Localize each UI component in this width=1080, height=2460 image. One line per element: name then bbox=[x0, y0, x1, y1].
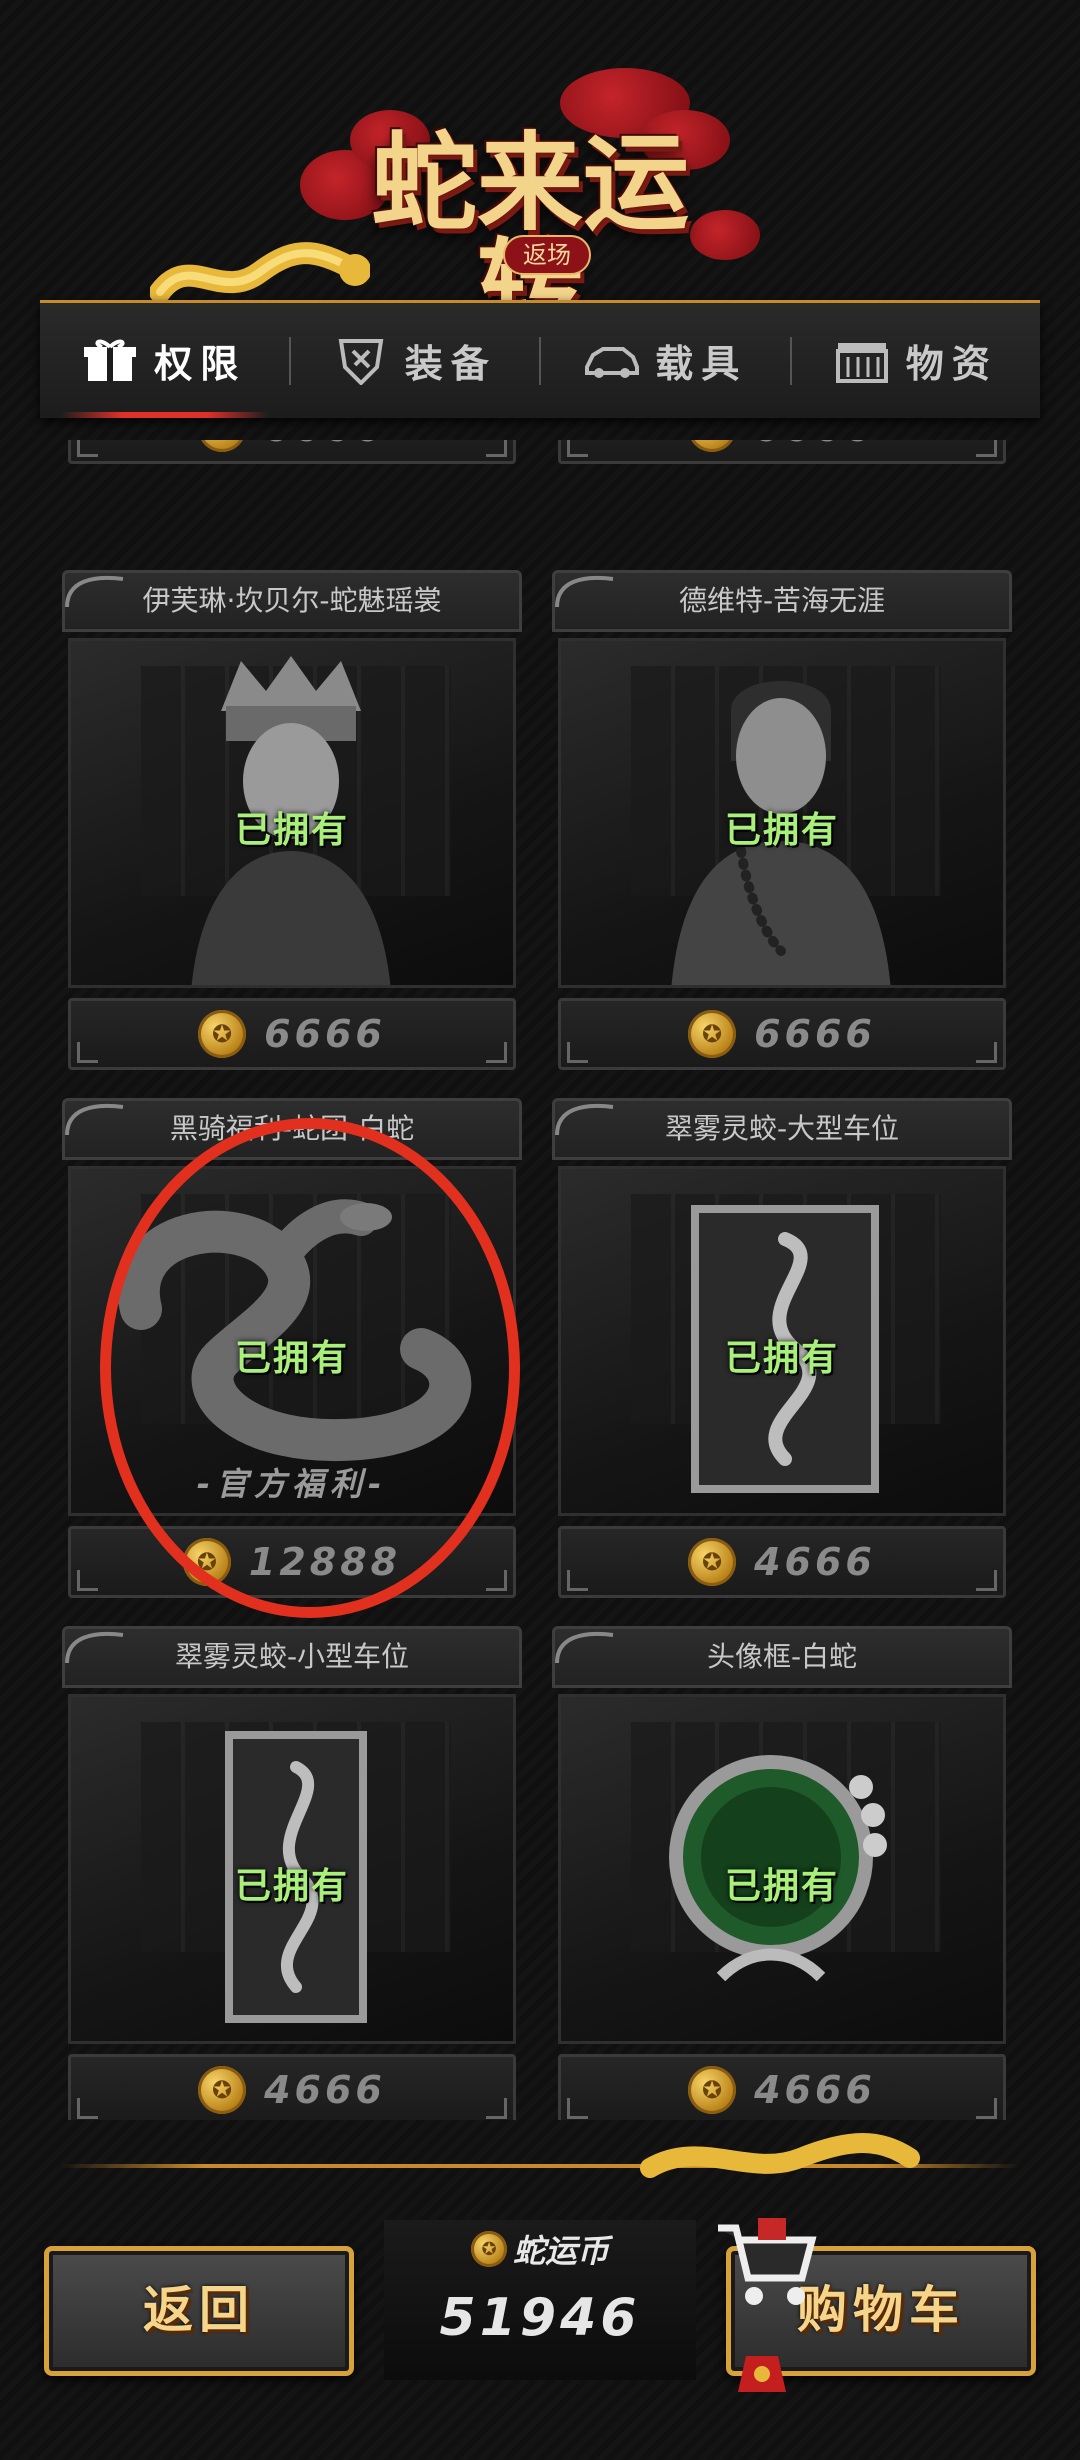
snake-corner-ornament bbox=[65, 1103, 124, 1136]
owned-label: 已拥有 bbox=[234, 1338, 349, 1379]
crate-icon bbox=[835, 342, 888, 383]
price-bar: ✪ 4666 bbox=[68, 2054, 516, 2120]
item-card[interactable]: 翠雾灵蛟-小型车位 已拥有 ✪ 4666 bbox=[62, 1626, 522, 2120]
item-image: 已拥有 bbox=[558, 638, 1006, 988]
price-bar: ✪ 4666 bbox=[558, 1526, 1006, 1598]
lucky-bag-icon bbox=[738, 2356, 786, 2392]
category-tabs: 权限 装备 载具 物资 bbox=[40, 300, 1040, 418]
official-welfare-badge: -官方福利- bbox=[196, 1465, 388, 1503]
coin-icon: ✪ bbox=[688, 1538, 737, 1586]
item-price: 4666 bbox=[754, 1540, 876, 1584]
price-bar: ✪ 12888 bbox=[68, 1526, 516, 1598]
item-card[interactable]: 德维特-苦海无涯 已拥有 ✪ 6666 bbox=[552, 570, 1012, 1080]
item-image: 已拥有 bbox=[68, 1694, 516, 2044]
owned-label: 已拥有 bbox=[724, 1866, 839, 1907]
coin-icon: ✪ bbox=[688, 440, 737, 452]
tab-supplies[interactable]: 物资 bbox=[792, 303, 1041, 418]
coin-icon: ✪ bbox=[688, 2066, 737, 2114]
item-price: 4666 bbox=[264, 2068, 386, 2112]
item-title: 头像框-白蛇 bbox=[552, 1626, 1012, 1688]
snake-corner-ornament bbox=[65, 575, 124, 608]
coin-icon: ✪ bbox=[470, 2231, 507, 2267]
item-card[interactable]: 翠雾灵蛟-大型车位 已拥有 ✪ 4666 bbox=[552, 1098, 1012, 1608]
tab-label: 装备 bbox=[404, 342, 497, 386]
coin-icon: ✪ bbox=[198, 1010, 247, 1058]
owned-label: 已拥有 bbox=[234, 1866, 349, 1907]
tab-equipment[interactable]: 装备 bbox=[291, 303, 540, 418]
item-price: 6666 bbox=[754, 1012, 876, 1056]
item-price: 4666 bbox=[754, 2068, 876, 2112]
item-card[interactable]: 伊芙琳·坎贝尔-蛇魅瑶裳 已拥有 ✪ 6666 bbox=[62, 570, 522, 1080]
item-card[interactable]: 头像框-白蛇 已拥有 ✪ 4666 bbox=[552, 1626, 1012, 2120]
owned-label: 已拥有 bbox=[724, 1338, 839, 1379]
tab-label: 权限 bbox=[154, 342, 247, 386]
price-bar: ✪ 6666 bbox=[558, 440, 1006, 464]
item-title: 翠雾灵蛟-小型车位 bbox=[62, 1626, 522, 1688]
item-title: 黑骑福利-蛇团-白蛇 bbox=[62, 1098, 522, 1160]
item-image: 已拥有 bbox=[558, 1166, 1006, 1516]
page-subtitle: 返场 bbox=[503, 235, 591, 275]
item-title: 德维特-苦海无涯 bbox=[552, 570, 1012, 632]
price-bar: ✪ 4666 bbox=[558, 2054, 1006, 2120]
item-image: 已拥有 bbox=[68, 638, 516, 988]
shopping-cart-icon bbox=[718, 2218, 817, 2305]
car-icon bbox=[585, 346, 640, 378]
title-banner: 蛇来运转 返场 bbox=[0, 0, 1080, 342]
shield-icon bbox=[338, 338, 384, 385]
currency-balance: 51946 bbox=[439, 2288, 641, 2348]
item-image: 已拥有 bbox=[558, 1694, 1006, 2044]
item-price: 6666 bbox=[754, 440, 876, 450]
tab-vehicles[interactable]: 载具 bbox=[541, 303, 790, 418]
item-card[interactable]: 黑骑福利-蛇团-白蛇 已拥有 -官方福利- ✪ 12888 bbox=[62, 1098, 522, 1608]
snake-corner-ornament bbox=[555, 1631, 614, 1664]
price-bar: ✪ 6666 bbox=[68, 998, 516, 1070]
currency-display: ✪ 蛇运币 51946 bbox=[384, 2220, 696, 2380]
owned-label: 已拥有 bbox=[234, 810, 349, 851]
coin-icon: ✪ bbox=[198, 2066, 247, 2114]
item-price: 6666 bbox=[264, 1012, 386, 1056]
gift-box-icon bbox=[84, 339, 137, 381]
tab-privileges[interactable]: 权限 bbox=[40, 303, 289, 418]
price-bar: ✪ 6666 bbox=[68, 440, 516, 464]
snake-corner-ornament bbox=[555, 575, 614, 608]
snake-corner-ornament bbox=[555, 1103, 614, 1136]
coin-icon: ✪ bbox=[688, 1010, 737, 1058]
coin-icon: ✪ bbox=[198, 440, 247, 452]
tab-label: 载具 bbox=[655, 342, 748, 386]
coin-icon: ✪ bbox=[182, 1538, 231, 1586]
item-title: 翠雾灵蛟-大型车位 bbox=[552, 1098, 1012, 1160]
price-bar: ✪ 6666 bbox=[558, 998, 1006, 1070]
tab-label: 物资 bbox=[905, 342, 998, 386]
owned-label: 已拥有 bbox=[724, 810, 839, 851]
item-grid: ✪ 6666 ✪ 6666 伊芙琳·坎贝尔-蛇魅瑶裳 已拥有 ✪ bbox=[62, 440, 1012, 2120]
snake-corner-ornament bbox=[65, 1631, 124, 1664]
item-price: 6666 bbox=[264, 440, 386, 450]
gold-snake-icon bbox=[640, 2133, 920, 2178]
back-button[interactable]: 返回 bbox=[44, 2246, 354, 2376]
currency-label: ✪ 蛇运币 bbox=[384, 2226, 696, 2272]
item-title: 伊芙琳·坎贝尔-蛇魅瑶裳 bbox=[62, 570, 522, 632]
item-image: 已拥有 -官方福利- bbox=[68, 1166, 516, 1516]
item-price: 12888 bbox=[248, 1540, 402, 1584]
